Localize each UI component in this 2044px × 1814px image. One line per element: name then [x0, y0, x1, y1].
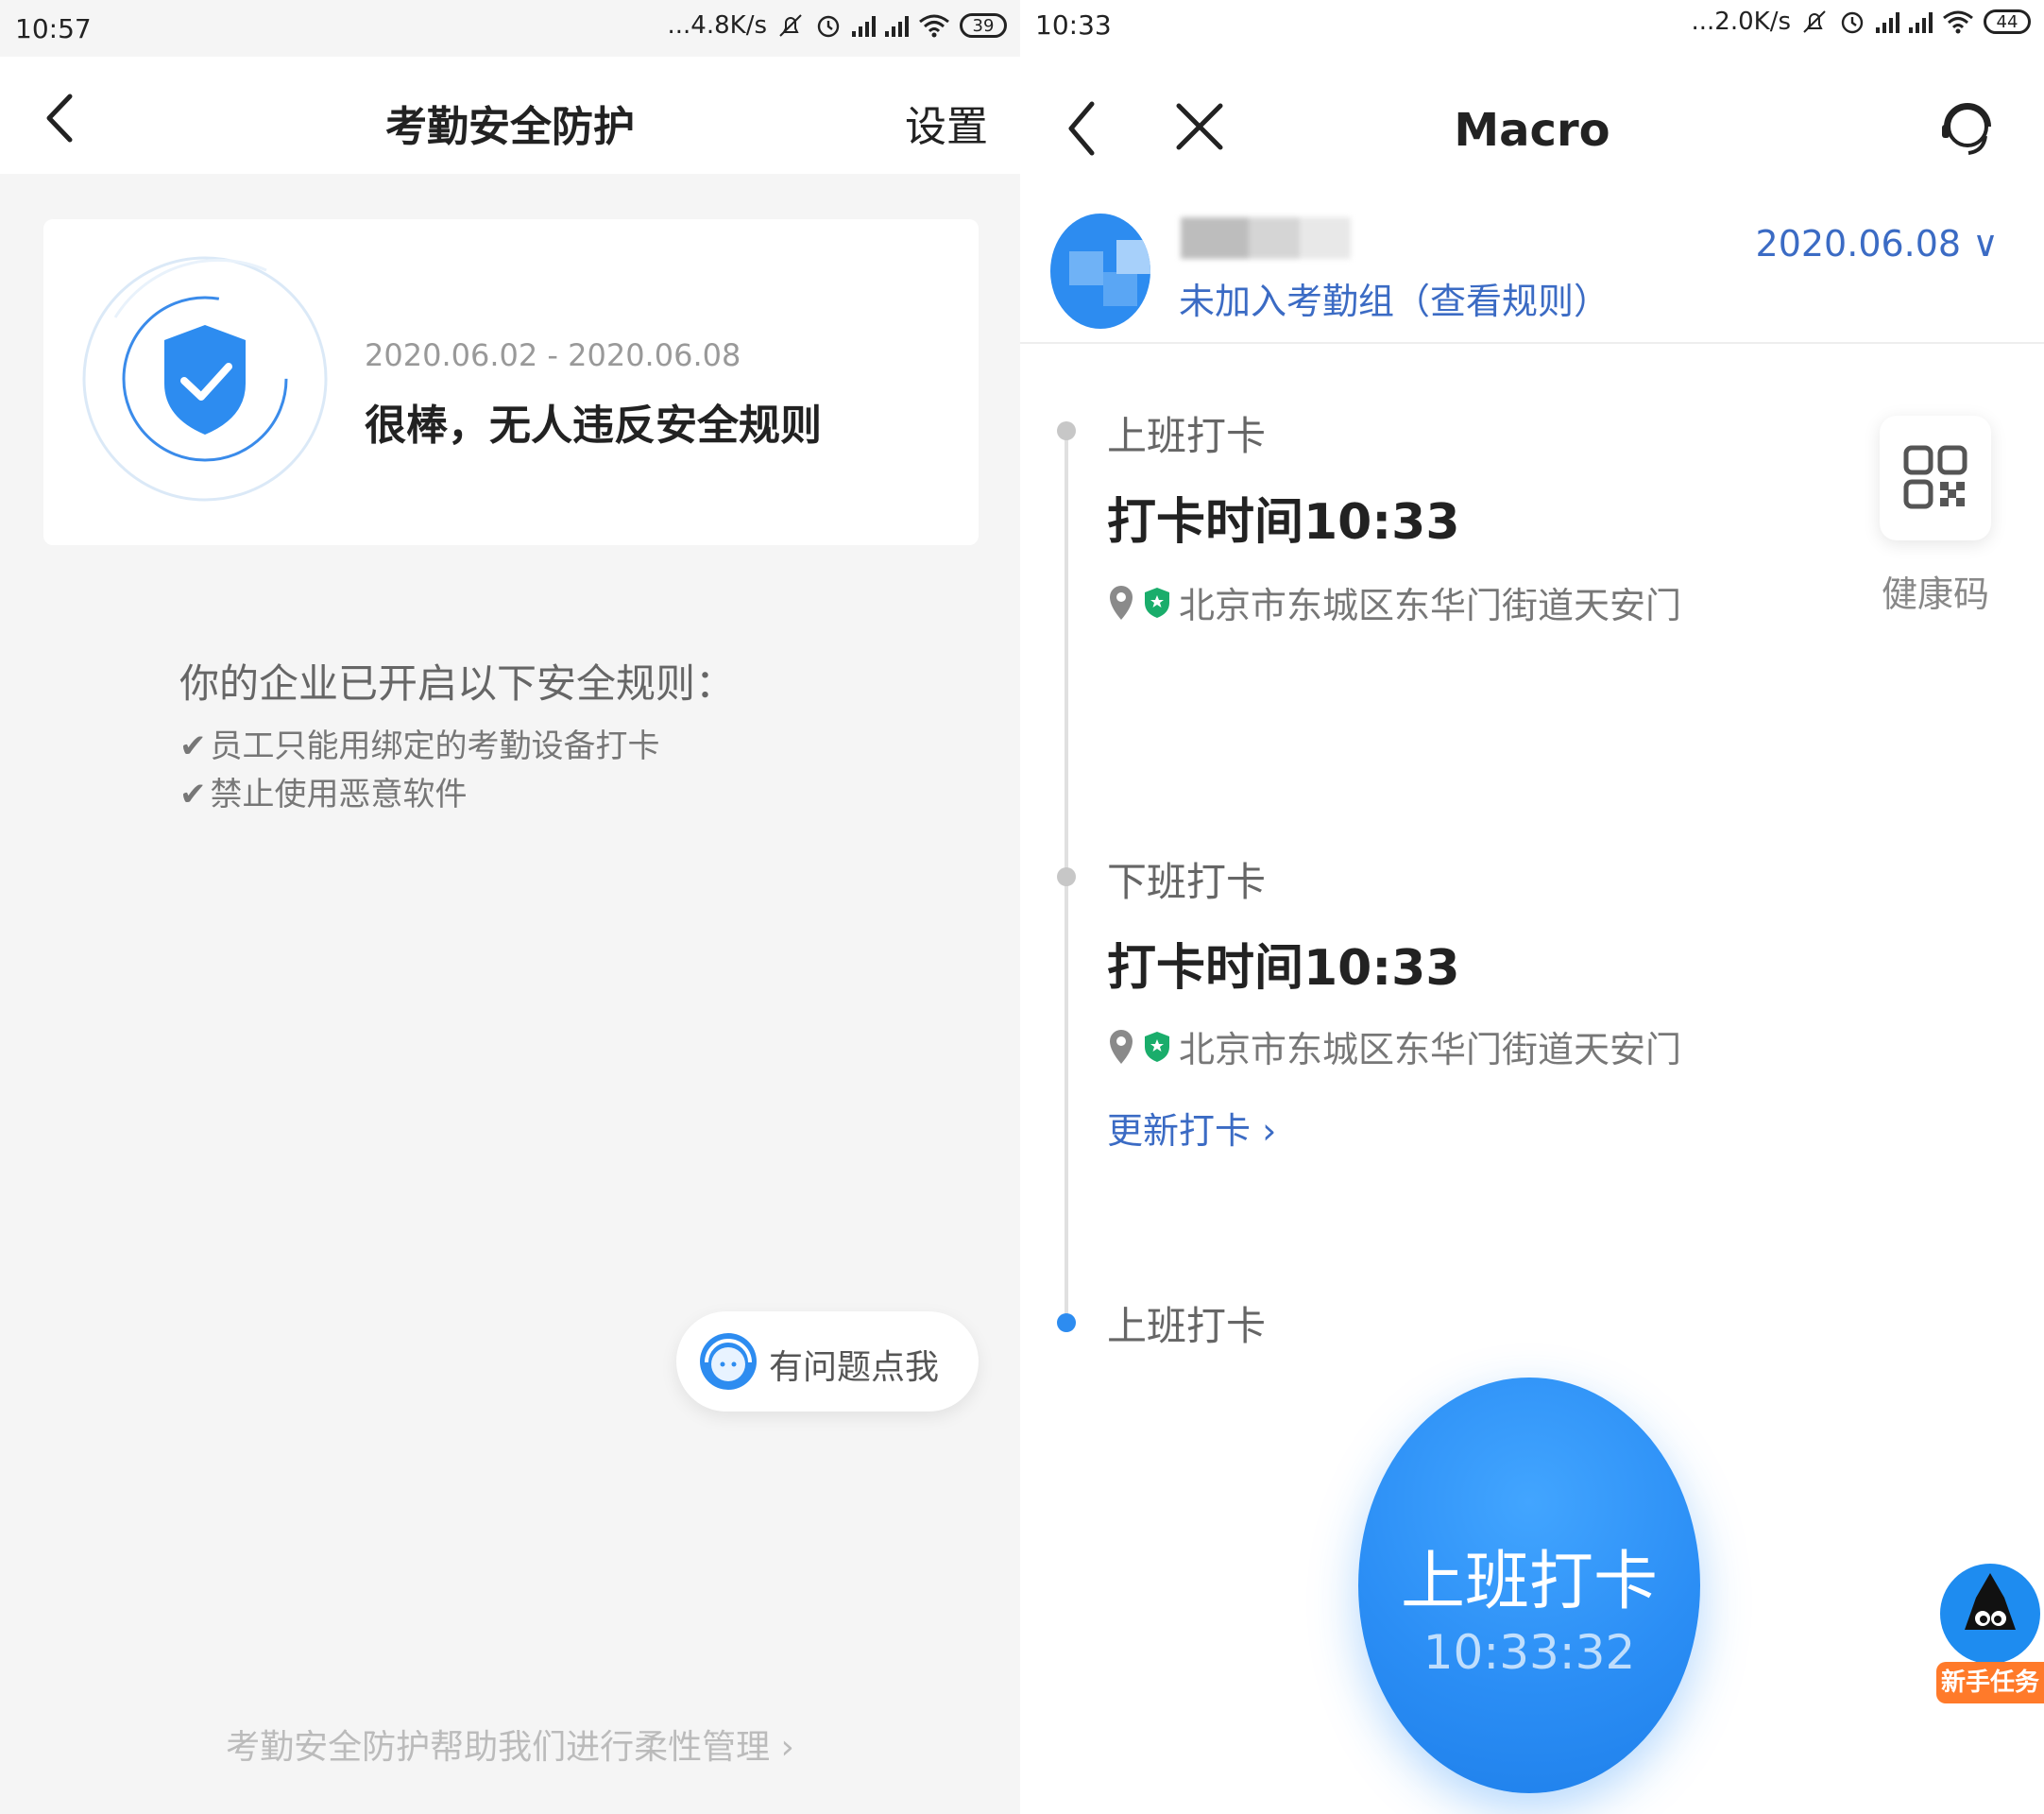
clock-in-button[interactable]: 上班打卡 10:33:32 [1358, 1378, 1700, 1793]
timeline-dot [1057, 421, 1076, 440]
mascot-icon [1940, 1564, 2040, 1664]
footer-link[interactable]: 考勤安全防护帮助我们进行柔性管理 › [0, 1720, 1020, 1769]
status-message: 很棒，无人违反安全规则 [365, 402, 822, 450]
network-speed: ...4.8K/s [667, 11, 768, 40]
clock-in-time: 10:33:32 [1422, 1625, 1636, 1680]
update-punch-link[interactable]: 更新打卡 › [1107, 1102, 1276, 1154]
timeline-label: 下班打卡 [1107, 859, 1267, 905]
newbie-task-label: 新手任务 [1936, 1662, 2044, 1703]
wifi-icon [919, 14, 949, 38]
rule-text: 禁止使用恶意软件 [210, 776, 468, 813]
verified-shield-icon [1145, 1031, 1169, 1062]
verified-shield-icon [1145, 587, 1169, 618]
rule-item: ✔ 员工只能用绑定的考勤设备打卡 [179, 720, 660, 766]
newbie-task-button[interactable]: 新手任务 [1936, 1564, 2044, 1705]
rules-title: 你的企业已开启以下安全规则： [179, 660, 736, 707]
date-picker[interactable]: 2020.06.08 ∨ [1756, 223, 1999, 265]
checkmark-icon: ✔ [179, 727, 207, 765]
battery-icon: 44 [1984, 9, 2031, 34]
settings-button[interactable]: 设置 [905, 93, 988, 153]
alarm-icon [1841, 11, 1864, 34]
alarm-icon [817, 15, 840, 38]
punch-time: 打卡时间10:33 [1107, 940, 1460, 997]
timeline-label: 上班打卡 [1107, 413, 1267, 459]
customer-service-icon [700, 1333, 757, 1390]
location-text: 北京市东城区东华门街道天安门 [1179, 585, 1682, 626]
mute-icon [1803, 10, 1826, 33]
health-code-label: 健康码 [1881, 573, 1989, 615]
app-header: 考勤安全防护 设置 [0, 57, 1020, 174]
wifi-icon [1943, 10, 1973, 34]
rule-item: ✔ 禁止使用恶意软件 [179, 768, 468, 814]
punch-time: 打卡时间10:33 [1107, 494, 1460, 551]
customer-service-icon[interactable] [1938, 96, 1997, 159]
checkmark-icon: ✔ [179, 776, 207, 813]
status-icons: ...2.0K/s 44 [1691, 8, 2031, 36]
user-name-blurred [1181, 217, 1351, 259]
mute-icon [779, 14, 802, 37]
qr-code-icon [1903, 445, 1967, 509]
location-pin-icon [1110, 1029, 1133, 1064]
signal-icon [852, 14, 876, 37]
punch-location: 北京市东城区东华门街道天安门 [1107, 1020, 1681, 1072]
timeline-dot-active [1057, 1313, 1076, 1332]
clock-in-label: 上班打卡 [1400, 1545, 1658, 1619]
page-title: Macro [1454, 104, 1610, 157]
status-time: 10:33 [1035, 9, 1112, 41]
battery-icon: 39 [960, 13, 1007, 38]
timeline-label: 上班打卡 [1107, 1303, 1267, 1349]
security-status-card: 2020.06.02 - 2020.06.08 很棒，无人违反安全规则 [43, 219, 979, 545]
left-screen: 10:57 ...4.8K/s 39 考勤安全防护 设置 2020.06.02 … [0, 0, 1020, 1814]
signal-icon-2 [885, 14, 909, 37]
network-speed: ...2.0K/s [1691, 8, 1792, 36]
rule-text: 员工只能用绑定的考勤设备打卡 [210, 727, 660, 765]
status-time: 10:57 [15, 13, 92, 44]
shield-check-icon [82, 256, 328, 502]
profile-bar: 未加入考勤组（查看规则） 2020.06.08 ∨ [1020, 200, 2044, 344]
page-title: 考勤安全防护 [385, 103, 635, 151]
location-pin-icon [1110, 585, 1133, 620]
avatar[interactable] [1050, 214, 1150, 329]
timeline-dot [1057, 867, 1076, 886]
signal-icon-2 [1909, 10, 1933, 33]
location-text: 北京市东城区东华门街道天安门 [1179, 1029, 1682, 1070]
help-button[interactable]: 有问题点我 [676, 1311, 979, 1412]
punch-location: 北京市东城区东华门街道天安门 [1107, 576, 1681, 628]
attendance-group-link[interactable]: 未加入考勤组（查看规则） [1179, 272, 1610, 324]
signal-icon [1876, 10, 1899, 33]
status-icons: ...4.8K/s 39 [667, 11, 1007, 40]
date-range: 2020.06.02 - 2020.06.08 [365, 337, 741, 373]
health-code-button[interactable] [1880, 416, 1991, 540]
help-button-label: 有问题点我 [769, 1348, 940, 1387]
